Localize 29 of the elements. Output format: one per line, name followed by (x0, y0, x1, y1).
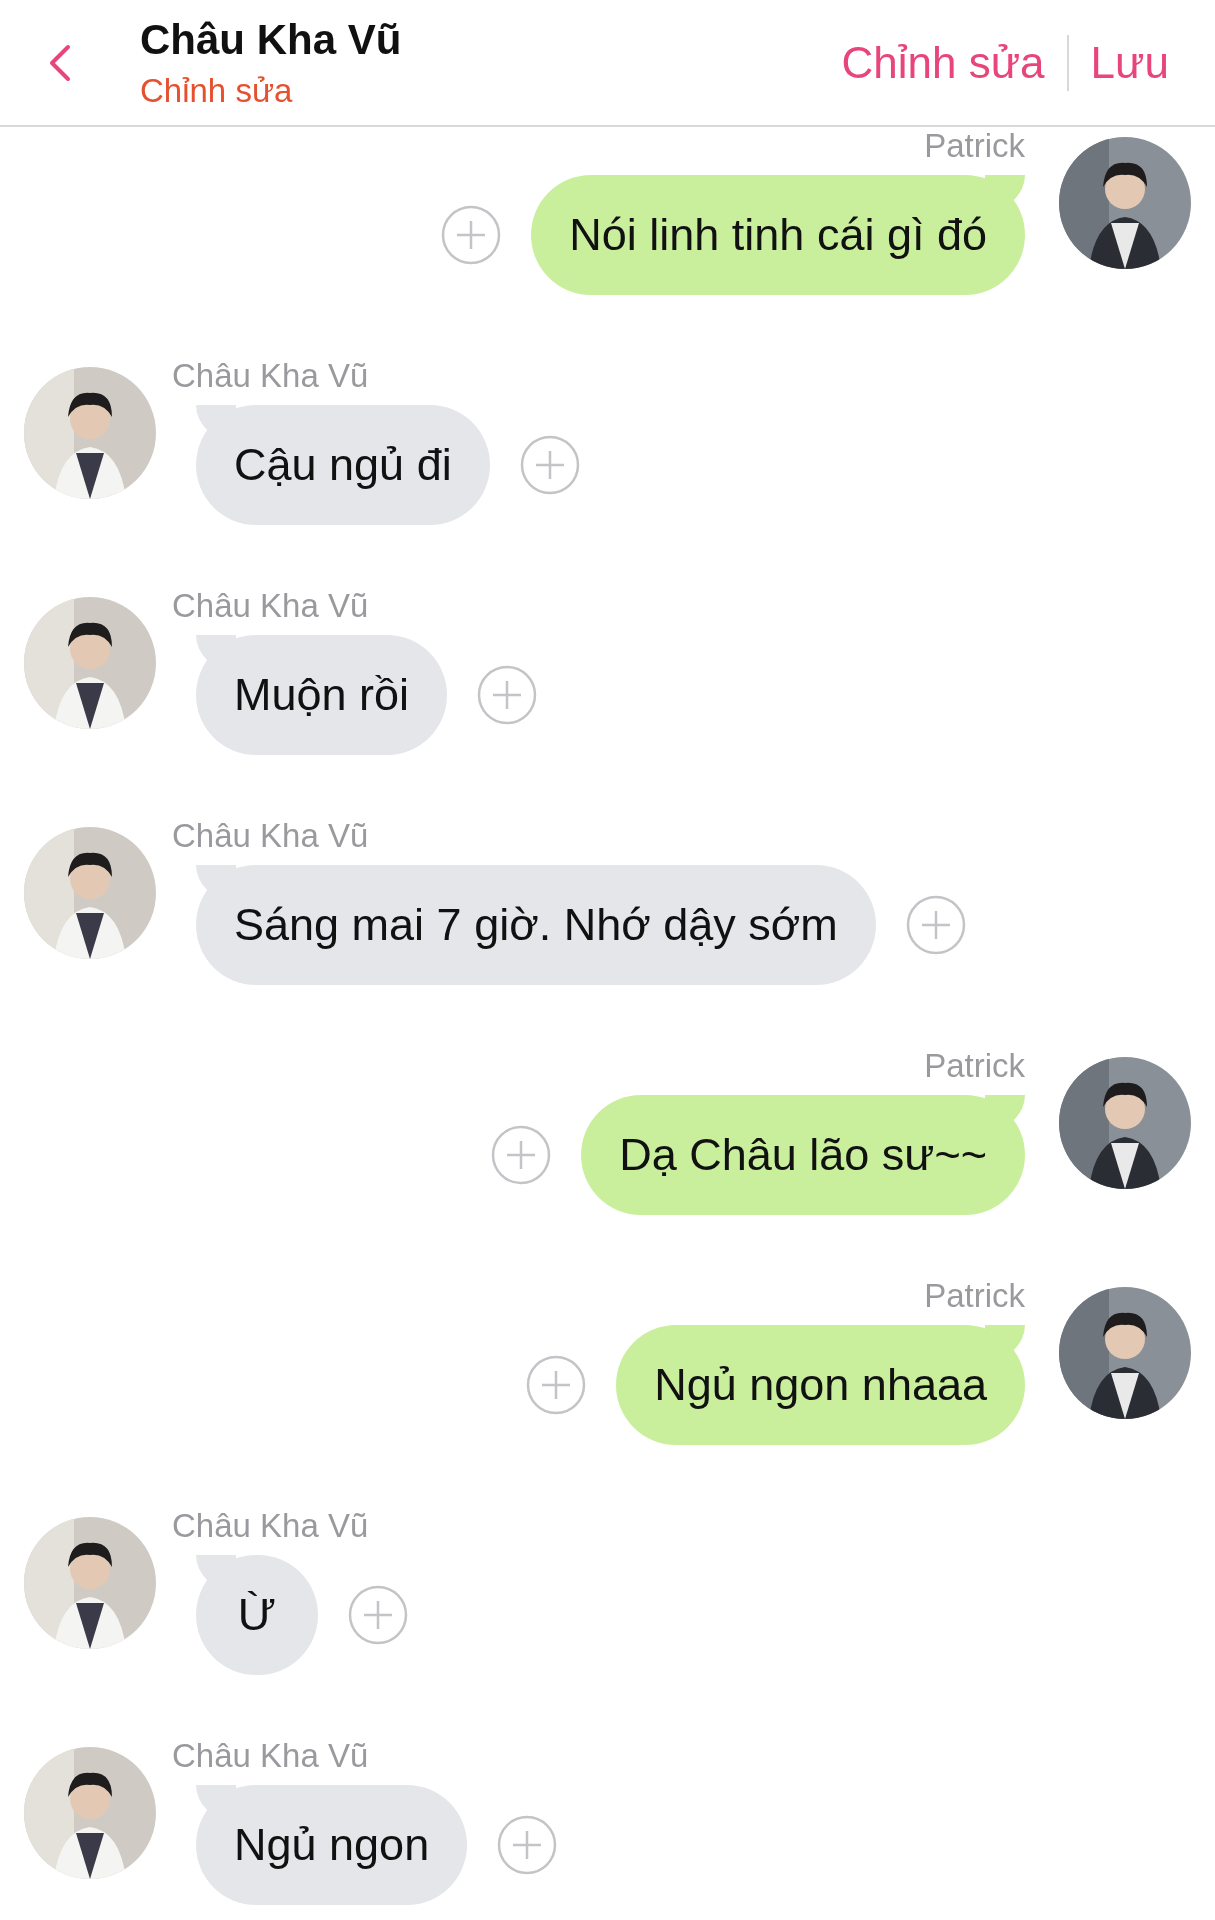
chat-title: Châu Kha Vũ (140, 15, 402, 64)
message-bubble: Ngủ ngon (196, 1785, 468, 1905)
header-action-button[interactable]: Lưu (1068, 37, 1191, 88)
message-bubble: Cậu ngủ đi (196, 405, 490, 525)
header-action-button[interactable]: Chỉnh sửa (819, 37, 1067, 88)
add-icon[interactable] (441, 205, 502, 265)
sender-name: Châu Kha Vũ (172, 1507, 369, 1546)
add-icon[interactable] (519, 435, 580, 495)
sender-name: Châu Kha Vũ (172, 1737, 369, 1776)
message-bubble: Ừ (196, 1555, 318, 1675)
sender-name: Patrick (924, 1047, 1025, 1086)
sender-name: Châu Kha Vũ (172, 587, 369, 626)
sender-name: Patrick (924, 1277, 1025, 1316)
add-icon[interactable] (348, 1585, 408, 1645)
add-icon[interactable] (477, 665, 538, 725)
message-bubble: Sáng mai 7 giờ. Nhớ dậy sớm (196, 865, 876, 985)
message-bubble: Ngủ ngon nhaaa (616, 1325, 1025, 1445)
sender-name: Châu Kha Vũ (172, 357, 369, 396)
message-bubble: Muộn rồi (196, 635, 448, 755)
sender-name: Châu Kha Vũ (172, 817, 369, 856)
message-bubble: Dạ Châu lão sư~~ (581, 1095, 1025, 1215)
add-icon[interactable] (905, 895, 966, 955)
chat-subtitle: Chỉnh sửa (140, 71, 294, 110)
sender-name: Patrick (924, 127, 1025, 166)
add-icon[interactable] (526, 1355, 587, 1415)
add-icon[interactable] (491, 1125, 552, 1185)
add-icon[interactable] (497, 1815, 558, 1875)
message-bubble: Nói linh tinh cái gì đó (531, 175, 1025, 295)
back-icon[interactable] (48, 42, 72, 83)
